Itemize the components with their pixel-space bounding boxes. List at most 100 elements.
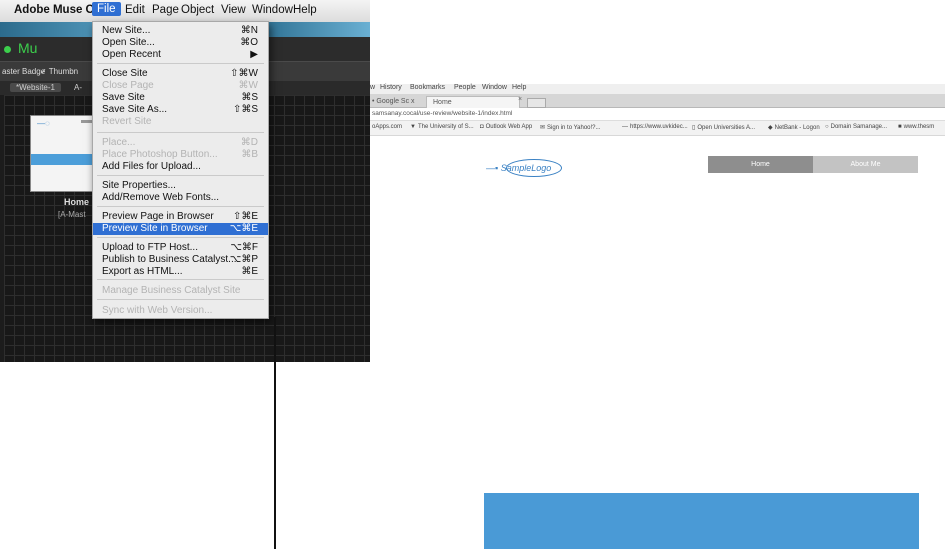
menu-help[interactable]: Help bbox=[293, 4, 317, 16]
menu-separator bbox=[97, 206, 264, 207]
menu-separator bbox=[97, 279, 264, 280]
menu-item-publish-to-business-catalyst[interactable]: Publish to Business Catalyst... ⌥⌘P bbox=[93, 254, 268, 266]
menu-item-label: Close Site bbox=[102, 68, 148, 79]
menu-item-label: Sync with Web Version... bbox=[102, 305, 213, 316]
bookmark-label: Outlook Web App bbox=[485, 124, 533, 130]
menu-item-label: Add/Remove Web Fonts... bbox=[102, 192, 220, 203]
menu-page[interactable]: Page bbox=[152, 4, 179, 16]
bookmark-item[interactable]: ✉ Sign in to Yahoo!?... bbox=[540, 124, 601, 131]
menu-item-place-photoshop-button: Place Photoshop Button... ⌘B bbox=[93, 149, 268, 161]
menu-item-sync-with-web-version: Sync with Web Version... bbox=[93, 305, 268, 317]
bookmark-icon: ■ bbox=[898, 124, 902, 130]
menu-item-export-as-html[interactable]: Export as HTML... ⌘E bbox=[93, 266, 268, 278]
browser-window: w History Bookmarks People Window Help •… bbox=[370, 84, 945, 549]
menu-file[interactable]: File bbox=[92, 2, 121, 16]
bookmark-label: https://www.uvkidec... bbox=[630, 124, 688, 130]
menu-item-add-remove-web-fonts[interactable]: Add/Remove Web Fonts... bbox=[93, 192, 268, 204]
menu-view[interactable]: View bbox=[221, 4, 246, 16]
menu-item-open-recent[interactable]: Open Recent ▶ bbox=[93, 49, 268, 61]
menu-item-shortcut: ⌥⌘P bbox=[229, 254, 258, 265]
bookmark-item[interactable]: — https://www.uvkidec... bbox=[622, 124, 688, 130]
site-logo[interactable]: —▪ SampleLogo bbox=[486, 159, 562, 177]
tab-home[interactable]: Home bbox=[426, 96, 520, 108]
nav-about-button[interactable]: About Me bbox=[813, 156, 918, 173]
menu-item-label: Preview Page in Browser bbox=[102, 211, 214, 222]
page-master-label: [A-Mast bbox=[58, 210, 86, 219]
menu-item-label: Manage Business Catalyst Site bbox=[102, 285, 241, 296]
bookmark-label: NetBank - Logon bbox=[774, 125, 820, 131]
menu-item-save-site[interactable]: Save Site ⌘S bbox=[93, 92, 268, 104]
browser-menu-history[interactable]: History bbox=[380, 84, 402, 91]
menu-item-shortcut: ⌘W bbox=[238, 80, 258, 91]
thumbnail-toggle[interactable]: ✓ Thumbn bbox=[40, 67, 78, 76]
bookmark-label: The University of S... bbox=[417, 124, 474, 130]
menu-separator bbox=[97, 132, 264, 133]
menu-item-site-properties[interactable]: Site Properties... bbox=[93, 180, 268, 192]
bookmark-item[interactable]: ○ Domain Samanage... bbox=[825, 124, 887, 130]
menu-item-shortcut: ⇧⌘S bbox=[232, 104, 258, 115]
menu-window[interactable]: Window bbox=[252, 4, 293, 16]
bookmark-icon: ◆ bbox=[768, 125, 773, 131]
menu-item-shortcut: ⌘E bbox=[241, 266, 258, 277]
menu-item-shortcut: ⌘S bbox=[241, 92, 258, 103]
browser-menu-bookmarks[interactable]: Bookmarks bbox=[410, 84, 445, 91]
browser-menu-help[interactable]: Help bbox=[512, 84, 526, 91]
menu-item-upload-to-ftp-host[interactable]: Upload to FTP Host... ⌥⌘F bbox=[93, 242, 268, 254]
menu-item-label: New Site... bbox=[102, 25, 151, 36]
menu-item-label: Open Site... bbox=[102, 37, 155, 48]
browser-tab-strip: • Google Sc x Home × bbox=[370, 94, 945, 108]
bookmark-item[interactable]: ◆ NetBank - Logon bbox=[768, 124, 820, 131]
menu-item-shortcut: ⌥⌘E bbox=[229, 223, 258, 234]
browser-menu-window[interactable]: Window bbox=[482, 84, 507, 91]
menu-item-label: Save Site As... bbox=[102, 104, 168, 115]
tab-website-1[interactable]: *Website-1 bbox=[10, 83, 61, 92]
menu-item-label: Export as HTML... bbox=[102, 266, 183, 277]
menu-app-name[interactable]: Adobe Muse CC bbox=[14, 4, 102, 16]
master-badge-toggle[interactable]: aster Badge bbox=[2, 67, 45, 76]
menu-item-preview-site-in-browser[interactable]: Preview Site in Browser ⌥⌘E bbox=[93, 223, 268, 235]
thumbnail-logo: —◌ bbox=[37, 119, 50, 128]
menu-edit[interactable]: Edit bbox=[125, 4, 145, 16]
menu-item-label: Place Photoshop Button... bbox=[102, 149, 218, 160]
bookmark-icon: ▼ bbox=[410, 124, 416, 130]
menu-item-save-site-as[interactable]: Save Site As... ⇧⌘S bbox=[93, 104, 268, 116]
logo-prefix: —▪ bbox=[486, 163, 499, 173]
logo-oval bbox=[506, 159, 562, 177]
tab-master[interactable]: A- bbox=[74, 83, 82, 92]
menu-item-manage-business-catalyst-site: Manage Business Catalyst Site bbox=[93, 285, 268, 297]
menu-item-add-files-for-upload[interactable]: Add Files for Upload... bbox=[93, 161, 268, 173]
menu-item-preview-page-in-browser[interactable]: Preview Page in Browser ⇧⌘E bbox=[93, 211, 268, 223]
menu-item-shortcut: ⌘D bbox=[240, 137, 258, 148]
bookmark-item[interactable]: ■ www.thesm bbox=[898, 124, 934, 130]
bookmark-label: www.thesm bbox=[903, 124, 935, 130]
menu-item-label: Site Properties... bbox=[102, 180, 176, 191]
menu-item-shortcut: ⌥⌘F bbox=[230, 242, 258, 253]
menu-item-close-site[interactable]: Close Site ⇧⌘W bbox=[93, 68, 268, 80]
bookmark-label: Sign in to Yahoo!?... bbox=[547, 125, 601, 131]
menu-item-open-site[interactable]: Open Site... ⌘O bbox=[93, 37, 268, 49]
close-tab-icon[interactable]: × bbox=[518, 96, 522, 103]
bookmark-item[interactable]: ▼ The University of S... bbox=[410, 124, 474, 130]
browser-menu-people[interactable]: People bbox=[454, 84, 476, 91]
menu-item-label: Save Site bbox=[102, 92, 145, 103]
tab-home-label: Home bbox=[433, 99, 452, 106]
menu-separator bbox=[97, 175, 264, 176]
new-tab-button[interactable] bbox=[527, 98, 546, 108]
tab-google[interactable]: • Google Sc x bbox=[372, 96, 415, 107]
bookmark-item[interactable]: ◘ Outlook Web App bbox=[480, 124, 532, 130]
menu-item-place: Place... ⌘D bbox=[93, 137, 268, 149]
menu-separator bbox=[97, 237, 264, 238]
address-url: samsanay.cocal/use-review/website-1/inde… bbox=[372, 110, 513, 117]
bookmark-item[interactable]: ▯ Open Universities A... bbox=[692, 124, 755, 131]
bookmark-icon: ▯ bbox=[692, 125, 696, 131]
address-bar[interactable]: samsanay.cocal/use-review/website-1/inde… bbox=[370, 108, 945, 121]
bookmark-item[interactable]: oApps.com bbox=[370, 124, 402, 130]
nav-home-button[interactable]: Home bbox=[708, 156, 813, 173]
menu-item-label: Close Page bbox=[102, 80, 154, 91]
page-name-label: Home bbox=[64, 197, 90, 207]
menu-item-new-site[interactable]: New Site... ⌘N bbox=[93, 25, 268, 37]
file-menu-dropdown: New Site... ⌘N Open Site... ⌘O Open Recent ▶ C… bbox=[92, 21, 269, 319]
browser-menu-view[interactable]: w bbox=[370, 84, 375, 91]
menu-item-label: Revert Site bbox=[102, 116, 152, 127]
menu-object[interactable]: Object bbox=[181, 4, 214, 16]
